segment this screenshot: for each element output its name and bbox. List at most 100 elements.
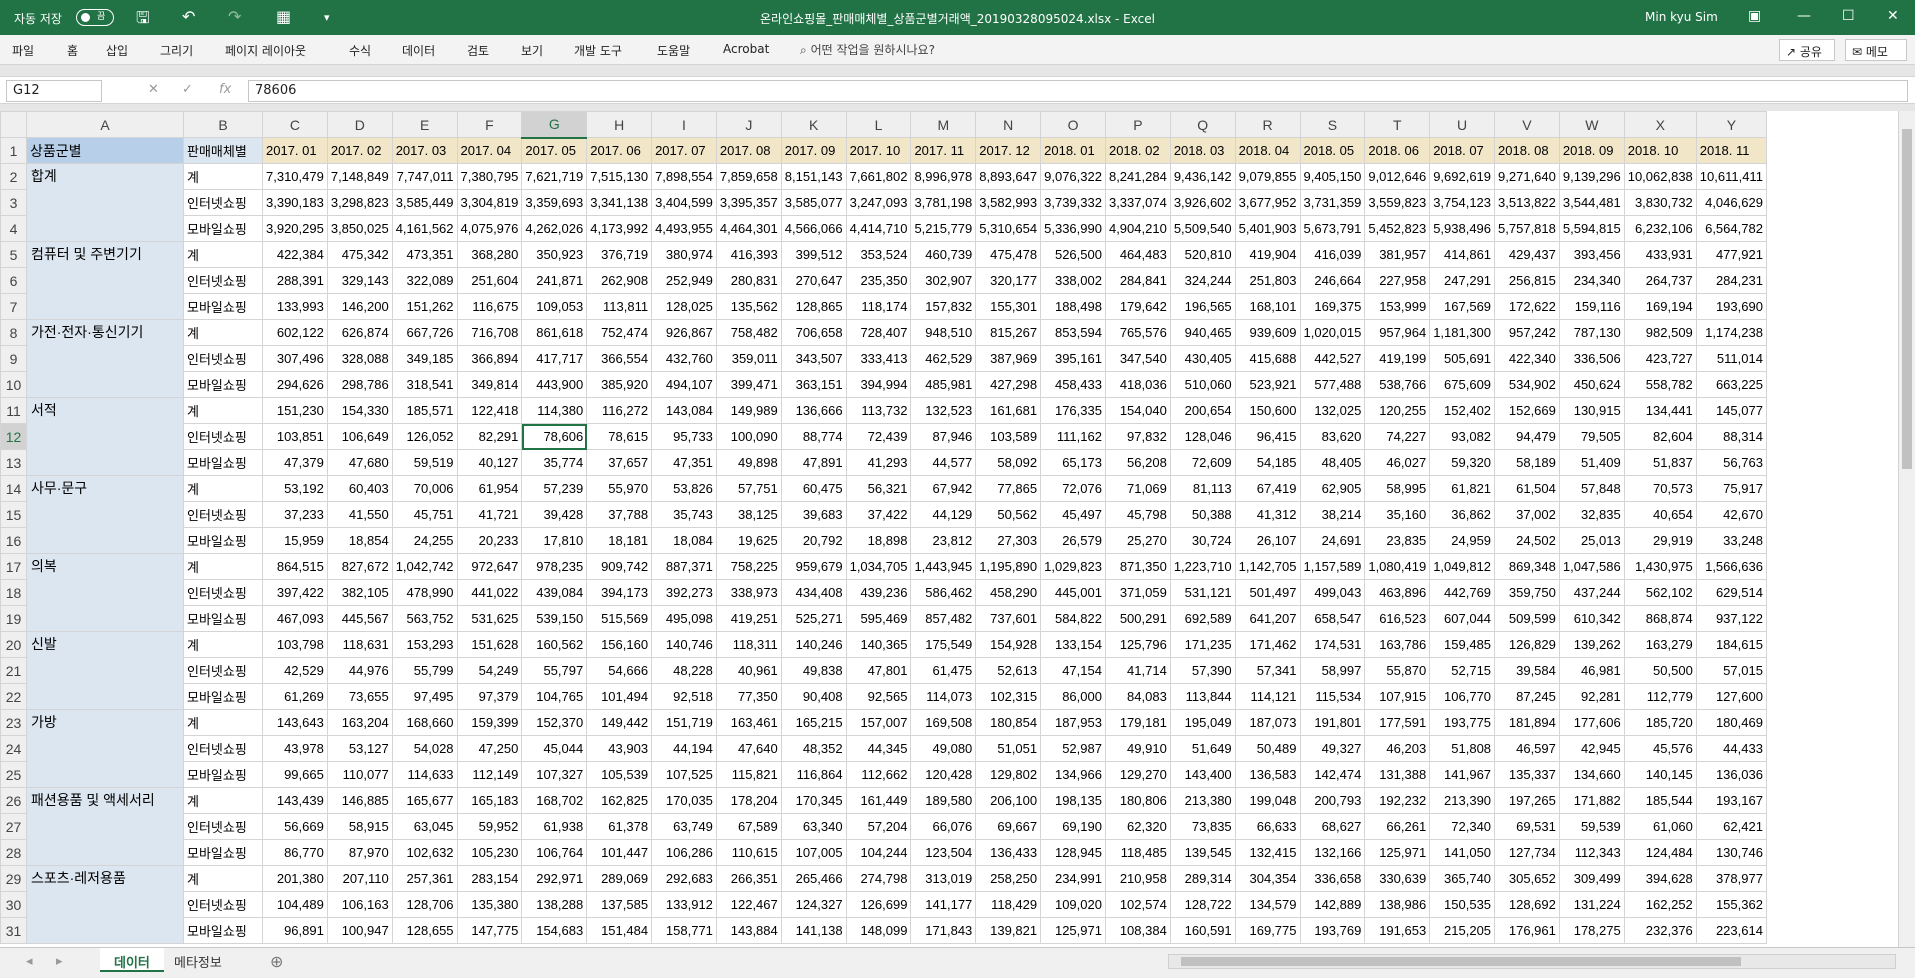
value-cell[interactable]: 3,582,993 <box>975 189 1042 216</box>
value-cell[interactable]: 168,702 <box>521 787 588 814</box>
value-cell[interactable]: 909,742 <box>586 553 653 580</box>
value-cell[interactable]: 140,145 <box>1623 761 1697 788</box>
column-header[interactable]: D <box>326 111 393 138</box>
tab-home[interactable]: 홈 <box>67 42 78 59</box>
value-cell[interactable]: 531,625 <box>456 605 523 632</box>
vertical-scroll-thumb[interactable] <box>1902 129 1912 469</box>
value-cell[interactable]: 752,474 <box>586 319 653 346</box>
value-cell[interactable]: 77,865 <box>975 475 1042 502</box>
value-cell[interactable]: 957,242 <box>1494 319 1560 346</box>
value-cell[interactable]: 125,971 <box>1040 917 1106 944</box>
value-cell[interactable]: 68,627 <box>1299 813 1366 840</box>
row-header[interactable]: 4 <box>0 215 27 242</box>
value-cell[interactable]: 92,281 <box>1558 683 1625 710</box>
value-cell[interactable]: 49,838 <box>780 657 847 684</box>
user-name[interactable]: Min kyu Sim <box>1645 10 1718 24</box>
value-cell[interactable]: 87,245 <box>1494 683 1560 710</box>
row-header[interactable]: 13 <box>0 449 27 476</box>
value-cell[interactable]: 50,388 <box>1169 501 1236 528</box>
value-cell[interactable]: 247,291 <box>1429 267 1496 294</box>
value-cell[interactable]: 5,673,791 <box>1299 215 1366 242</box>
sheet-tab-data[interactable]: 데이터 <box>100 948 164 972</box>
row-header[interactable]: 16 <box>0 527 27 554</box>
value-cell[interactable]: 53,127 <box>326 735 393 762</box>
value-cell[interactable]: 61,821 <box>1429 475 1496 502</box>
value-cell[interactable]: 422,340 <box>1494 345 1560 372</box>
value-cell[interactable]: 67,589 <box>715 813 782 840</box>
value-cell[interactable]: 18,854 <box>326 527 393 554</box>
value-cell[interactable]: 510,060 <box>1169 371 1236 398</box>
value-cell[interactable]: 51,808 <box>1429 735 1496 762</box>
horizontal-scrollbar[interactable] <box>1168 954 1896 969</box>
value-cell[interactable]: 100,090 <box>715 423 782 450</box>
value-cell[interactable]: 185,544 <box>1623 787 1697 814</box>
tab-insert[interactable]: 삽입 <box>106 42 128 59</box>
column-header[interactable]: O <box>1040 111 1106 138</box>
header-cell[interactable]: 2018. 09 <box>1558 137 1625 164</box>
value-cell[interactable]: 42,945 <box>1558 735 1625 762</box>
category-cell[interactable]: 가전·전자·통신기기 <box>26 319 184 398</box>
row-header[interactable]: 11 <box>0 397 27 424</box>
value-cell[interactable]: 289,314 <box>1169 865 1236 892</box>
value-cell[interactable]: 152,669 <box>1494 397 1560 424</box>
cancel-icon[interactable]: ✕ <box>148 82 159 97</box>
value-cell[interactable]: 61,378 <box>586 813 653 840</box>
value-cell[interactable]: 163,786 <box>1364 631 1431 658</box>
value-cell[interactable]: 4,464,301 <box>715 215 782 242</box>
value-cell[interactable]: 475,342 <box>326 241 393 268</box>
header-cell[interactable]: 2017. 02 <box>326 137 393 164</box>
value-cell[interactable]: 102,632 <box>391 839 458 866</box>
value-cell[interactable]: 359,750 <box>1494 579 1560 606</box>
value-cell[interactable]: 39,683 <box>780 501 847 528</box>
value-cell[interactable]: 168,101 <box>1234 293 1301 320</box>
value-cell[interactable]: 78,606 <box>521 423 588 450</box>
value-cell[interactable]: 35,160 <box>1364 501 1431 528</box>
column-header[interactable]: L <box>845 111 912 138</box>
row-header[interactable]: 27 <box>0 813 27 840</box>
value-cell[interactable]: 429,437 <box>1494 241 1560 268</box>
row-header[interactable]: 29 <box>0 865 27 892</box>
value-cell[interactable]: 141,177 <box>910 891 977 918</box>
value-cell[interactable]: 112,662 <box>845 761 912 788</box>
tab-developer[interactable]: 개발 도구 <box>574 42 622 59</box>
column-header[interactable]: B <box>183 111 263 138</box>
value-cell[interactable]: 1,157,589 <box>1299 553 1366 580</box>
column-header[interactable]: T <box>1364 111 1431 138</box>
value-cell[interactable]: 72,340 <box>1429 813 1496 840</box>
value-cell[interactable]: 123,504 <box>910 839 977 866</box>
category-cell[interactable]: 신발 <box>26 631 184 710</box>
value-cell[interactable]: 8,241,284 <box>1104 163 1171 190</box>
value-cell[interactable]: 52,613 <box>975 657 1042 684</box>
value-cell[interactable]: 4,046,629 <box>1695 189 1767 216</box>
value-cell[interactable]: 109,053 <box>521 293 588 320</box>
value-cell[interactable]: 509,599 <box>1494 605 1560 632</box>
value-cell[interactable]: 641,207 <box>1234 605 1301 632</box>
value-cell[interactable]: 49,910 <box>1104 735 1171 762</box>
value-cell[interactable]: 501,497 <box>1234 579 1301 606</box>
column-header[interactable]: G <box>521 111 588 139</box>
header-cell[interactable]: 2017. 10 <box>845 137 912 164</box>
value-cell[interactable]: 109,020 <box>1040 891 1106 918</box>
value-cell[interactable]: 110,077 <box>326 761 393 788</box>
value-cell[interactable]: 141,138 <box>780 917 847 944</box>
tab-data[interactable]: 데이터 <box>402 42 435 59</box>
value-cell[interactable]: 150,600 <box>1234 397 1301 424</box>
value-cell[interactable]: 126,699 <box>845 891 912 918</box>
header-cell[interactable]: 2017. 04 <box>456 137 523 164</box>
value-cell[interactable]: 63,045 <box>391 813 458 840</box>
value-cell[interactable]: 47,680 <box>326 449 393 476</box>
value-cell[interactable]: 1,020,015 <box>1299 319 1366 346</box>
value-cell[interactable]: 36,862 <box>1429 501 1496 528</box>
value-cell[interactable]: 163,461 <box>715 709 782 736</box>
value-cell[interactable]: 184,615 <box>1695 631 1767 658</box>
value-cell[interactable]: 515,569 <box>586 605 653 632</box>
value-cell[interactable]: 10,062,838 <box>1623 163 1697 190</box>
value-cell[interactable]: 235,350 <box>845 267 912 294</box>
value-cell[interactable]: 41,714 <box>1104 657 1171 684</box>
value-cell[interactable]: 35,743 <box>651 501 717 528</box>
value-cell[interactable]: 163,204 <box>326 709 393 736</box>
value-cell[interactable]: 128,722 <box>1169 891 1236 918</box>
value-cell[interactable]: 1,029,823 <box>1040 553 1106 580</box>
header-cell[interactable]: 2017. 01 <box>262 137 328 164</box>
value-cell[interactable]: 97,495 <box>391 683 458 710</box>
